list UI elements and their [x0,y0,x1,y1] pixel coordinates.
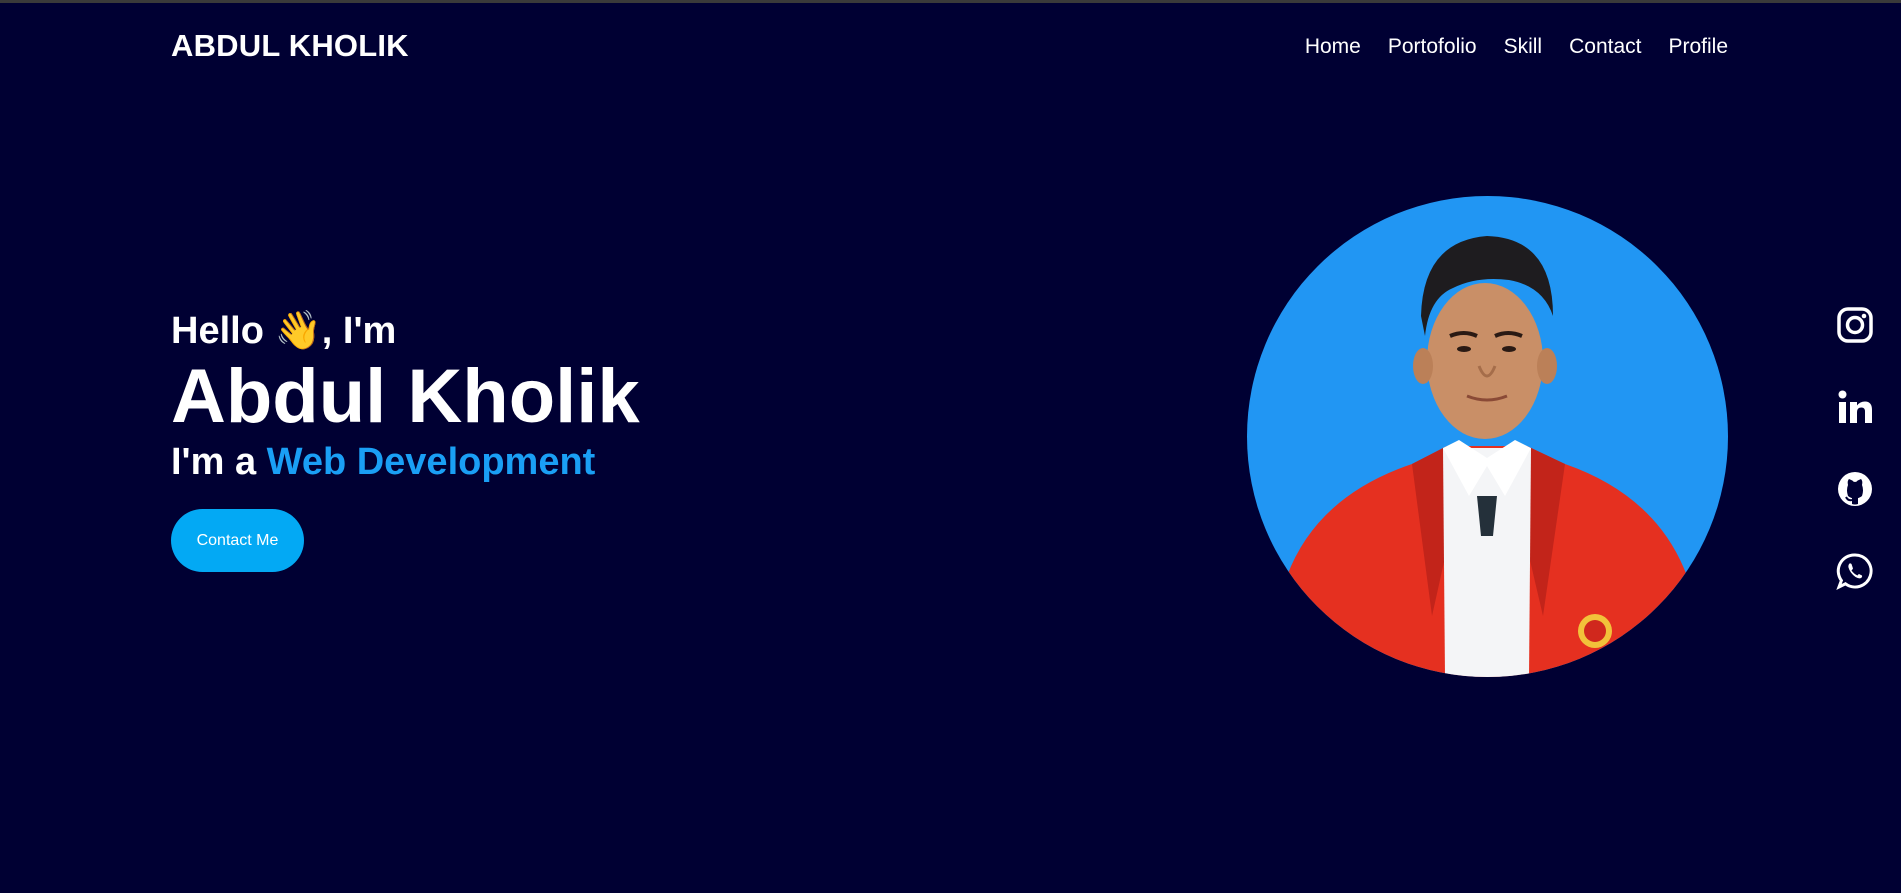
role-highlight: Web Development [266,441,596,483]
greeting-suffix: , I'm [321,310,397,352]
github-icon[interactable] [1836,470,1874,508]
linkedin-icon[interactable] [1836,388,1874,426]
profile-photo [1247,196,1728,677]
window-top-border [0,0,1901,3]
role-prefix: I'm a [171,441,267,483]
hero-role: I'm a Web Development [171,440,640,484]
hero-section: Hello 👋, I'm Abdul Kholik I'm a Web Deve… [171,308,640,572]
main-nav: Home Portofolio Skill Contact Profile [1305,35,1728,59]
whatsapp-icon[interactable] [1836,552,1874,590]
nav-portofolio[interactable]: Portofolio [1388,35,1477,59]
profile-photo-illustration [1247,236,1728,677]
nav-skill[interactable]: Skill [1504,35,1543,59]
hero-name: Abdul Kholik [171,354,640,439]
nav-home[interactable]: Home [1305,35,1361,59]
wave-emoji: 👋 [274,310,322,352]
instagram-icon[interactable] [1836,306,1874,344]
contact-me-button[interactable]: Contact Me [171,509,304,572]
nav-contact[interactable]: Contact [1569,35,1641,59]
greeting: Hello 👋, I'm [171,308,640,354]
nav-profile[interactable]: Profile [1668,35,1728,59]
social-links [1836,306,1874,590]
site-logo[interactable]: ABDUL KHOLIK [171,28,409,64]
greeting-prefix: Hello [171,310,275,352]
